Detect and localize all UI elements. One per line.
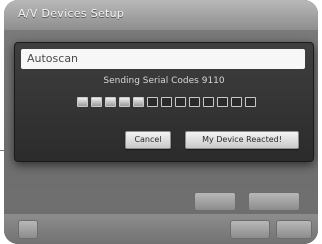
progress-segment: [203, 97, 214, 107]
progress-segment: [133, 97, 144, 107]
back-button-bg: [230, 220, 270, 239]
next-button-bg: [276, 220, 312, 239]
progress-segment: [105, 97, 116, 107]
dialog-header: Autoscan: [21, 49, 305, 69]
progress-segment: [119, 97, 130, 107]
bottom-nav-bar: [4, 214, 318, 244]
window-title: A/V Devices Setup: [18, 7, 125, 20]
device-reacted-button[interactable]: My Device Reacted!: [185, 131, 299, 149]
progress-segment: [189, 97, 200, 107]
background-button-1: [194, 192, 236, 211]
progress-segment: [147, 97, 158, 107]
progress-segment: [245, 97, 256, 107]
device-screen: A/V Devices Setup Autoscan Sending Seria…: [4, 0, 318, 244]
autoscan-dialog: Autoscan Sending Serial Codes 9110 Cance…: [14, 42, 314, 162]
progress-indicator: [77, 97, 256, 107]
progress-segment: [91, 97, 102, 107]
progress-segment: [77, 97, 88, 107]
dialog-title: Autoscan: [27, 52, 79, 65]
progress-segment: [231, 97, 242, 107]
progress-segment: [217, 97, 228, 107]
title-bar: A/V Devices Setup: [4, 0, 318, 30]
bottom-left-button: [18, 220, 38, 239]
cancel-button[interactable]: Cancel: [125, 131, 171, 149]
background-button-2: [248, 192, 300, 211]
status-text: Sending Serial Codes 9110: [103, 76, 225, 86]
progress-segment: [161, 97, 172, 107]
progress-segment: [175, 97, 186, 107]
